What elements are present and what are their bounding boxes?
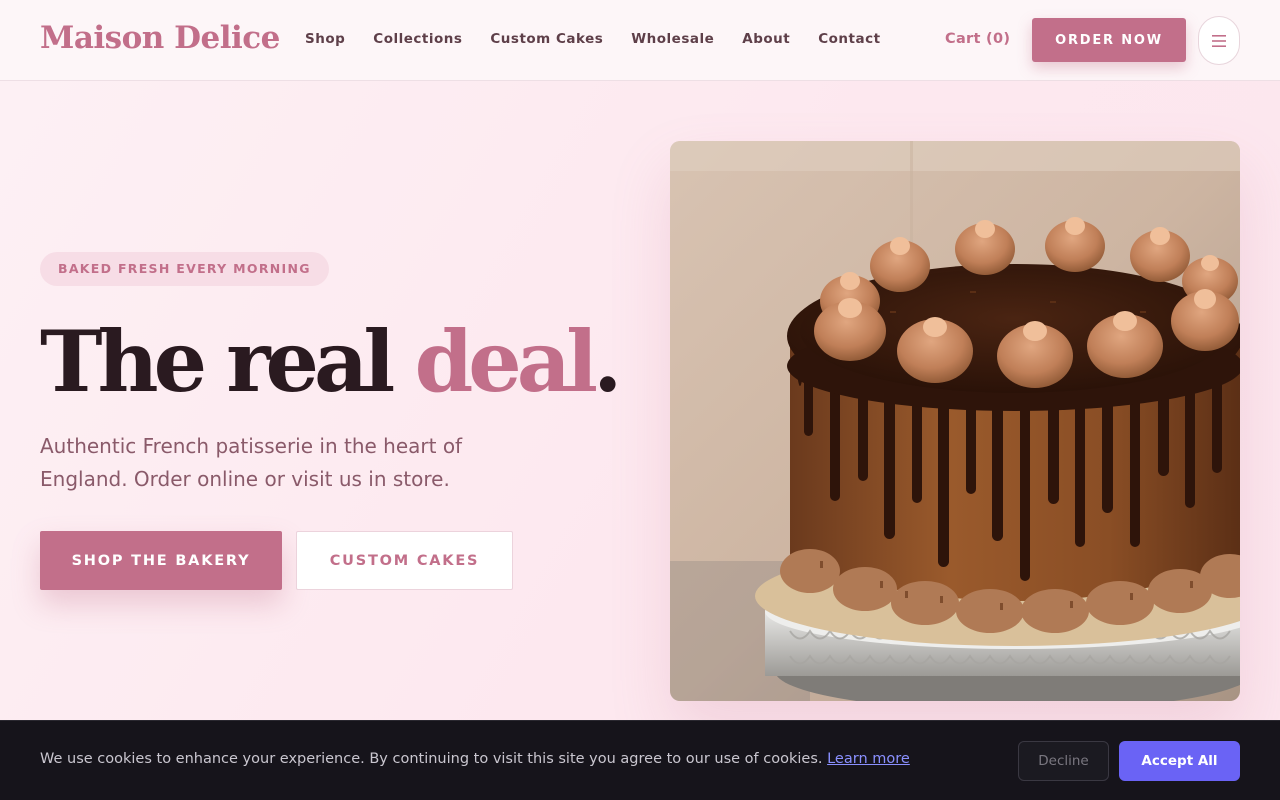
cookie-text: We use cookies to enhance your experienc… [40,751,828,767]
headline-accent: deal [414,312,599,411]
headline-period: . [593,312,622,411]
headline-text: The real [40,312,415,411]
accept-cookies-button[interactable]: Accept All [1119,741,1240,781]
nav-link-shop[interactable]: Shop [305,31,345,47]
nav-link-contact[interactable]: Contact [818,31,880,47]
menu-button[interactable] [1198,16,1240,65]
hamburger-menu-icon [1212,34,1226,47]
hero-headline: The real deal. [40,312,622,412]
nav-link-collections[interactable]: Collections [373,31,462,47]
cart-link[interactable]: Cart (0) [945,31,1010,47]
site-header: Maison Delice Shop Collections Custom Ca… [0,0,1280,81]
nav-link-wholesale[interactable]: Wholesale [631,31,714,47]
hero-subtext: Authentic French patisserie in the heart… [40,434,463,491]
main-nav: Shop Collections Custom Cakes Wholesale … [305,31,909,47]
decline-cookies-button[interactable]: Decline [1018,741,1109,781]
shop-bakery-button[interactable]: SHOP THE BAKERY [40,531,282,590]
nav-link-custom-cakes[interactable]: Custom Cakes [490,31,603,47]
hero-cake-image [670,141,1240,701]
site-logo[interactable]: Maison Delice [40,20,280,56]
custom-cakes-button[interactable]: CUSTOM CAKES [296,531,513,590]
hero-badge: BAKED FRESH EVERY MORNING [40,252,329,286]
cookie-message: We use cookies to enhance your experienc… [40,751,910,767]
learn-more-link[interactable]: Learn more [827,751,910,767]
nav-link-about[interactable]: About [742,31,790,47]
order-now-button[interactable]: ORDER NOW [1032,18,1186,62]
chocolate-cake-illustration [670,141,1240,701]
